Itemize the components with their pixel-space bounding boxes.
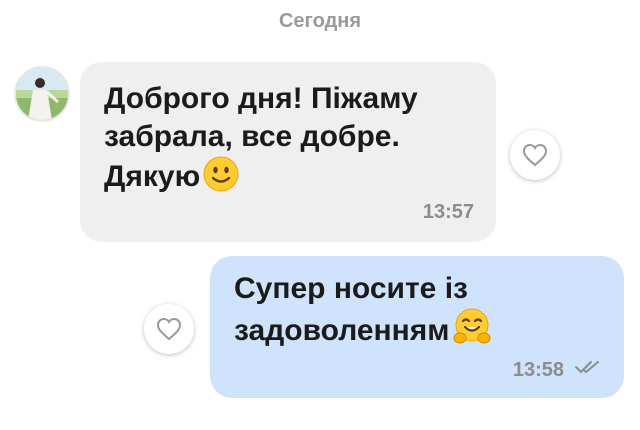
- message-text-content: Супер носите із задоволенням: [234, 272, 468, 347]
- message-text: Доброго дня! Піжаму забрала, все добре. …: [104, 80, 434, 202]
- like-button[interactable]: [510, 130, 560, 180]
- date-separator: Сегодня: [278, 10, 362, 32]
- message-text-content: Доброго дня! Піжаму забрала, все добре. …: [104, 82, 418, 193]
- avatar-photo: [16, 68, 68, 120]
- message-text: Супер носите із задоволенням: [234, 270, 544, 356]
- slightly-smiling-face-emoji: [203, 156, 239, 202]
- hugging-face-emoji: [452, 308, 492, 356]
- like-button[interactable]: [144, 304, 194, 354]
- avatar[interactable]: [14, 66, 70, 122]
- message-bubble-outgoing[interactable]: Супер носите із задоволенням 13:58: [210, 256, 624, 398]
- message-time: 13:57: [422, 201, 474, 223]
- double-check-read-icon: [574, 359, 602, 380]
- message-time: 13:58: [512, 359, 564, 381]
- message-bubble-incoming[interactable]: Доброго дня! Піжаму забрала, все добре. …: [80, 62, 496, 242]
- heart-outline-icon: [522, 143, 548, 167]
- heart-outline-icon: [156, 317, 182, 341]
